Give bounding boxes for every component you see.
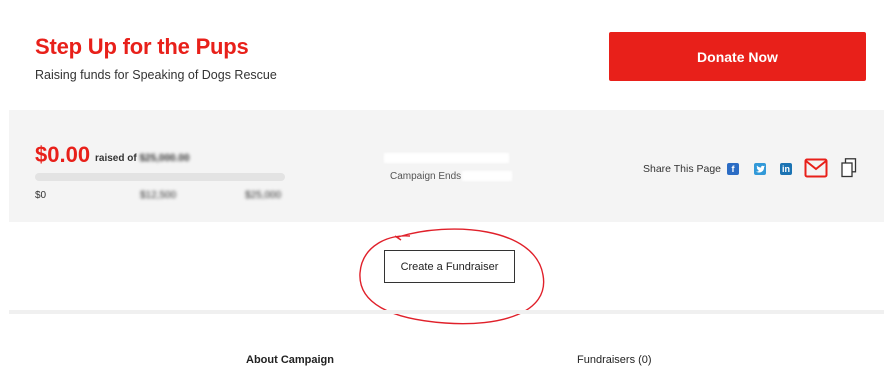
twitter-icon[interactable]	[754, 163, 766, 175]
tab-fundraisers[interactable]: Fundraisers (0)	[577, 354, 652, 366]
facebook-icon[interactable]: f	[727, 163, 739, 175]
scale-min-label: $0	[35, 190, 47, 201]
create-fundraiser-button[interactable]: Create a Fundraiser	[384, 250, 515, 283]
redacted-date-block	[384, 153, 509, 163]
copy-link-icon[interactable]	[841, 158, 857, 183]
goal-amount: $25,000.00	[139, 153, 190, 164]
campaign-ends-label: Campaign Ends	[390, 171, 462, 182]
share-label: Share This Page	[643, 163, 722, 175]
progress-bar	[35, 173, 285, 181]
raised-of-label: raised of	[95, 153, 137, 164]
campaign-subtitle: Raising funds for Speaking of Dogs Rescu…	[35, 68, 277, 82]
raised-of-goal: raised of $25,000.00	[95, 153, 190, 164]
tab-about-campaign[interactable]: About Campaign	[246, 354, 334, 366]
campaign-ends-date-redacted	[462, 171, 512, 181]
raised-amount: $0.00	[35, 142, 91, 167]
campaign-header: Step Up for the Pups Raising funds for S…	[0, 0, 884, 110]
donate-now-button[interactable]: Donate Now	[609, 32, 866, 81]
linkedin-icon[interactable]: in	[780, 163, 792, 175]
campaign-title: Step Up for the Pups	[35, 34, 249, 59]
email-icon[interactable]	[804, 158, 828, 183]
scale-mid-label: $12,500	[140, 190, 177, 201]
campaign-stats-panel: $0.00 raised of $25,000.00 $0 $12,500 $2…	[9, 110, 884, 222]
scale-max-label: $25,000	[245, 190, 282, 201]
section-divider	[9, 310, 884, 314]
